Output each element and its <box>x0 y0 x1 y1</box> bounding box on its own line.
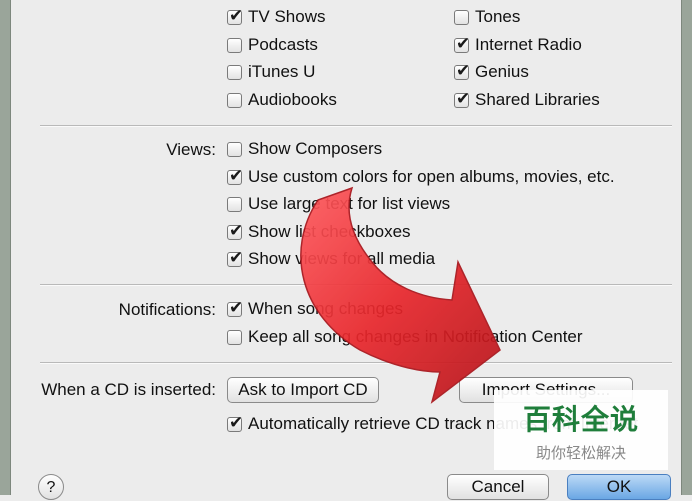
watermark-title: 百科全说 <box>522 402 639 436</box>
watermark-logo: 百科全说 助你轻松解决 <box>494 390 668 470</box>
watermark-subtitle: 助你轻松解决 <box>535 443 626 462</box>
